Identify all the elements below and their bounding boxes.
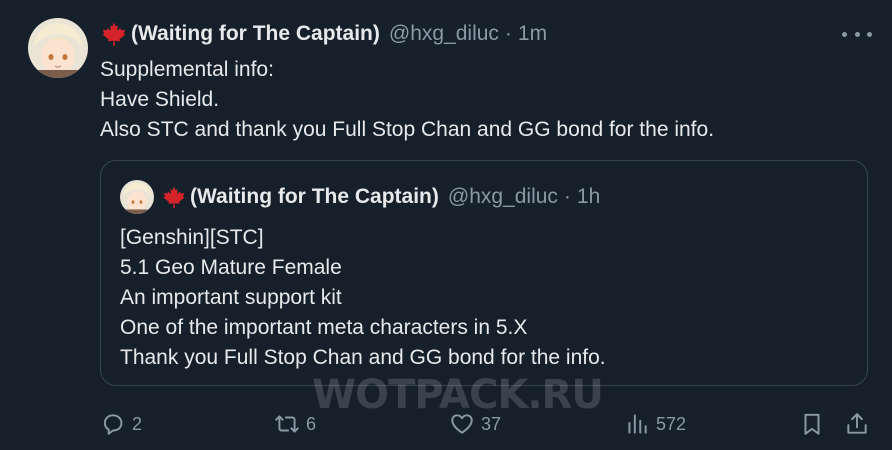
display-name[interactable]: (Waiting for The Captain) bbox=[131, 22, 380, 46]
maple-leaf-icon bbox=[102, 22, 126, 46]
quoted-line: [Genshin][STC] bbox=[120, 226, 264, 249]
tweet[interactable]: (Waiting for The Captain) @hxg_diluc · 1… bbox=[0, 0, 892, 450]
separator-dot: · bbox=[563, 185, 571, 208]
bookmark-icon bbox=[804, 413, 820, 435]
tweet-line: Have Shield. bbox=[100, 88, 220, 111]
quoted-line: Thank you Full Stop Chan and GG bond for… bbox=[120, 346, 606, 369]
tweet-text: Supplemental info: Have Shield. Also STC… bbox=[100, 55, 714, 145]
retweet-icon bbox=[275, 415, 299, 433]
tweet-line: Supplemental info: bbox=[100, 58, 274, 81]
like-button[interactable]: 37 bbox=[449, 404, 501, 444]
tweet-line: Also STC and thank you Full Stop Chan an… bbox=[100, 118, 715, 141]
reply-button[interactable]: 2 bbox=[100, 404, 142, 444]
quoted-display-name[interactable]: (Waiting for The Captain) bbox=[190, 185, 439, 209]
action-bar: 2 6 37 572 bbox=[0, 404, 892, 444]
quoted-tweet[interactable]: (Waiting for The Captain) @hxg_diluc · 1… bbox=[100, 160, 868, 386]
views-button[interactable]: 572 bbox=[624, 404, 686, 444]
quoted-line: One of the important meta characters in … bbox=[120, 316, 528, 339]
quoted-handle[interactable]: @hxg_diluc bbox=[448, 185, 558, 209]
share-button[interactable] bbox=[844, 404, 870, 444]
quoted-avatar[interactable] bbox=[120, 180, 154, 214]
reply-count: 2 bbox=[132, 413, 143, 434]
tweet-header: (Waiting for The Captain) @hxg_diluc · 1… bbox=[101, 18, 547, 50]
reply-icon bbox=[103, 414, 123, 435]
share-icon bbox=[847, 413, 867, 434]
views-icon bbox=[628, 414, 647, 434]
quoted-line: An important support kit bbox=[120, 286, 342, 309]
avatar[interactable] bbox=[28, 18, 88, 78]
views-count: 572 bbox=[656, 413, 687, 434]
bookmark-button[interactable] bbox=[799, 404, 825, 444]
maple-leaf-icon bbox=[163, 186, 185, 208]
like-count: 37 bbox=[481, 413, 502, 434]
retweet-button[interactable]: 6 bbox=[274, 404, 316, 444]
heart-icon bbox=[451, 414, 473, 434]
quoted-header: (Waiting for The Captain) @hxg_diluc · 1… bbox=[162, 181, 600, 213]
quoted-timestamp[interactable]: 1h bbox=[577, 185, 600, 209]
quoted-text: [Genshin][STC] 5.1 Geo Mature Female An … bbox=[120, 223, 606, 373]
more-icon[interactable] bbox=[842, 22, 872, 46]
tweet-timestamp[interactable]: 1m bbox=[518, 22, 547, 46]
separator-dot: · bbox=[504, 22, 512, 45]
retweet-count: 6 bbox=[306, 413, 317, 434]
user-handle[interactable]: @hxg_diluc bbox=[389, 22, 499, 46]
quoted-line: 5.1 Geo Mature Female bbox=[120, 256, 342, 279]
